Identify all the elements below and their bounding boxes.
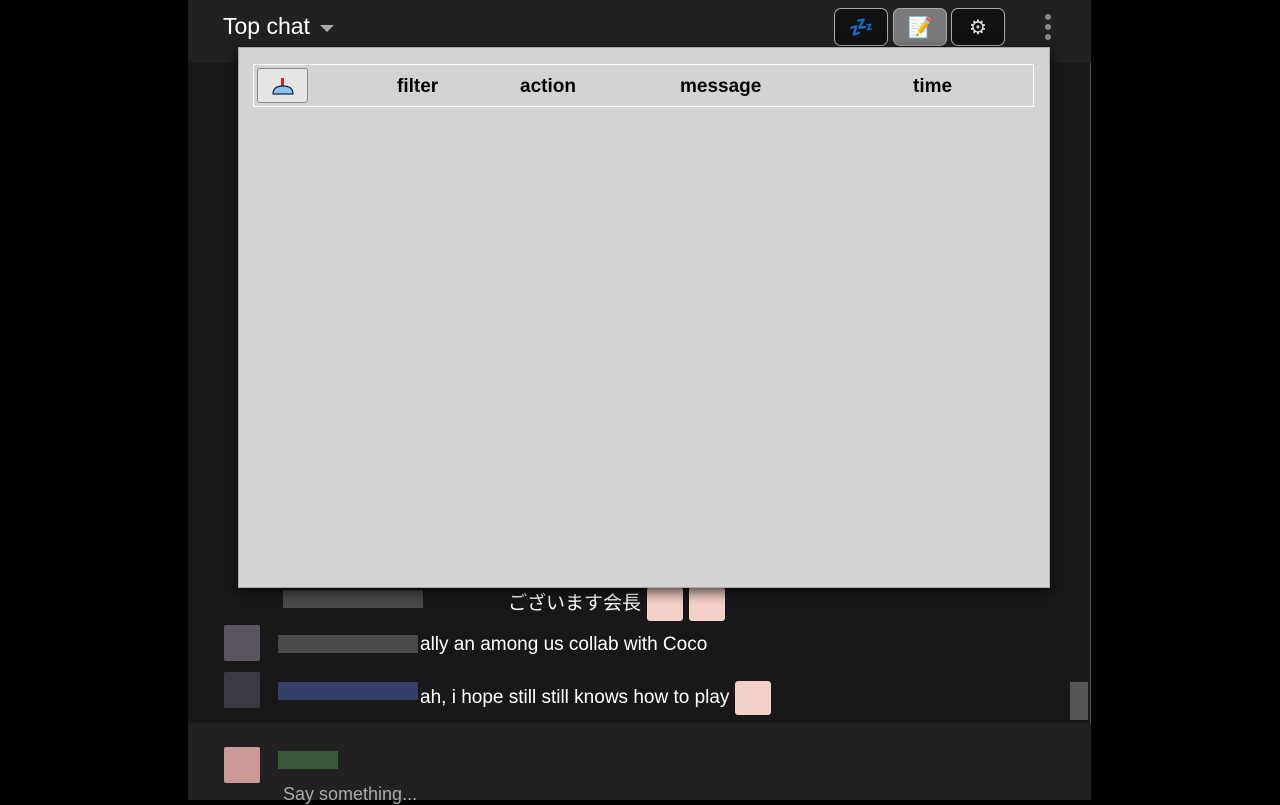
zzz-icon: 💤 — [848, 16, 874, 39]
message-text: ah, i hope still still knows how to play — [420, 687, 730, 709]
author-name — [283, 590, 423, 608]
column-action: action — [520, 76, 576, 97]
memo-icon: 📝 — [907, 16, 933, 39]
avatar[interactable] — [224, 625, 260, 661]
author-name — [278, 751, 338, 769]
more-options-button[interactable] — [1045, 14, 1053, 40]
message-text: ally an among us collab with Coco — [420, 634, 708, 655]
log-table-header: filter action message time — [253, 64, 1034, 107]
log-panel: filter action message time — [238, 47, 1050, 588]
broom-icon — [271, 77, 294, 95]
emoji-icon — [689, 587, 726, 621]
message-text: ございます会長 — [508, 593, 642, 615]
emoji-icon — [735, 681, 772, 715]
avatar[interactable] — [224, 672, 260, 708]
settings-button[interactable]: ⚙ — [951, 8, 1005, 46]
chat-mode-dropdown[interactable]: Top chat — [223, 13, 334, 40]
author-name[interactable] — [278, 635, 418, 653]
scrollbar-thumb[interactable] — [1070, 682, 1088, 720]
chat-message: ah, i hope still still knows how to play — [188, 672, 1068, 715]
chat-message: ally an among us collab with Coco — [188, 625, 1068, 665]
column-filter: filter — [397, 76, 439, 97]
sleep-button[interactable]: 💤 — [834, 8, 888, 46]
clear-log-button[interactable] — [257, 68, 308, 103]
chat-mode-label: Top chat — [223, 13, 310, 39]
column-time: time — [913, 76, 953, 97]
emoji-icon — [647, 587, 684, 621]
gear-icon: ⚙ — [969, 16, 987, 39]
column-message: message — [680, 76, 762, 97]
chat-input-area: Say something... — [188, 723, 1091, 804]
chevron-down-icon — [319, 24, 334, 32]
chat-input[interactable]: Say something... — [283, 784, 417, 805]
author-name[interactable] — [278, 682, 418, 700]
log-button[interactable]: 📝 — [893, 8, 947, 46]
avatar — [224, 747, 260, 783]
